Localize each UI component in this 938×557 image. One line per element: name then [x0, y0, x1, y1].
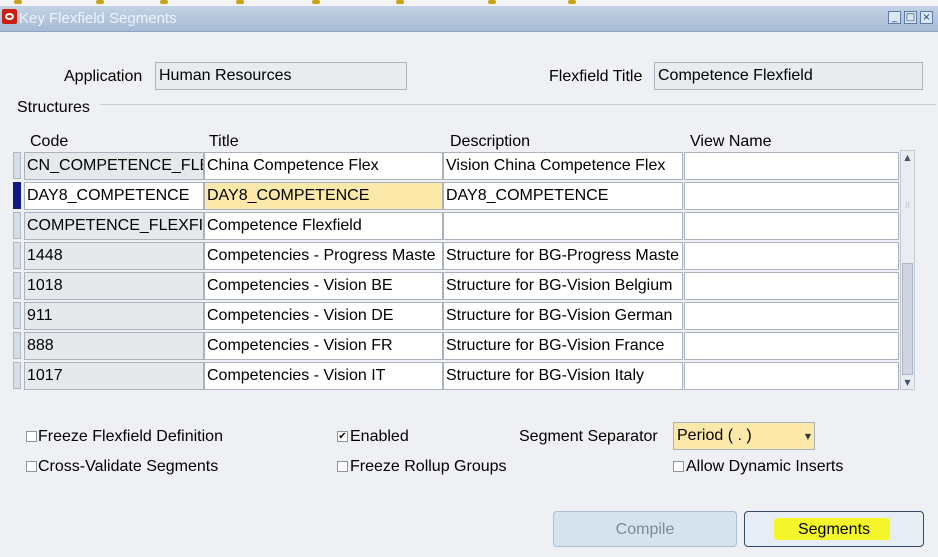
- row-indicator-active[interactable]: [13, 182, 21, 209]
- description-cell[interactable]: Structure for BG-Progress Maste: [443, 242, 683, 270]
- code-cell[interactable]: 1018: [24, 272, 204, 300]
- application-field[interactable]: Human Resources: [155, 62, 407, 90]
- cross-validate-label: Cross-Validate Segments: [38, 458, 219, 475]
- section-divider: [100, 104, 936, 105]
- view-name-cell[interactable]: [684, 182, 899, 210]
- title-cell[interactable]: China Competence Flex: [204, 152, 443, 180]
- segment-separator-select[interactable]: Period ( . ) ▼: [673, 422, 815, 450]
- title-cell[interactable]: Competencies - Progress Maste: [204, 242, 443, 270]
- flexfield-title-field[interactable]: Competence Flexfield: [654, 62, 923, 90]
- allow-dynamic-inserts-checkbox[interactable]: [673, 461, 684, 472]
- code-cell[interactable]: 911: [24, 302, 204, 330]
- scroll-grip-icon: ⁝⁝: [904, 201, 911, 210]
- view-name-cell[interactable]: [684, 212, 899, 240]
- scroll-up-icon[interactable]: ▲: [901, 151, 914, 164]
- enabled-checkbox[interactable]: ✔: [337, 431, 348, 442]
- row-indicator[interactable]: [13, 152, 21, 179]
- code-cell[interactable]: 1017: [24, 362, 204, 390]
- row-indicator[interactable]: [13, 272, 21, 299]
- title-cell[interactable]: Competencies - Vision DE: [204, 302, 443, 330]
- view-name-cell[interactable]: [684, 362, 899, 390]
- description-cell[interactable]: Structure for BG-Vision France: [443, 332, 683, 360]
- segments-button[interactable]: Segments: [744, 511, 924, 547]
- scroll-down-icon[interactable]: ▼: [901, 376, 914, 389]
- chevron-down-icon[interactable]: ▼: [805, 432, 811, 441]
- freeze-flexfield-checkbox[interactable]: [26, 431, 37, 442]
- title-cell-focused[interactable]: DAY8_COMPETENCE: [204, 182, 443, 210]
- table-scrollbar[interactable]: ▲ ⁝⁝ ▼: [900, 150, 915, 390]
- description-cell[interactable]: Structure for BG-Vision Belgium: [443, 272, 683, 300]
- description-cell[interactable]: Structure for BG-Vision German: [443, 302, 683, 330]
- freeze-rollup-label: Freeze Rollup Groups: [350, 458, 507, 475]
- row-indicator[interactable]: [13, 332, 21, 359]
- column-header-description: Description: [450, 133, 531, 150]
- column-header-code: Code: [30, 133, 69, 150]
- segment-separator-value: Period ( . ): [677, 427, 752, 444]
- view-name-cell[interactable]: [684, 152, 899, 180]
- row-indicator[interactable]: [13, 362, 21, 389]
- code-cell[interactable]: DAY8_COMPETENCE: [24, 182, 204, 210]
- title-cell[interactable]: Competencies - Vision IT: [204, 362, 443, 390]
- title-cell[interactable]: Competencies - Vision BE: [204, 272, 443, 300]
- enabled-label: Enabled: [350, 428, 409, 445]
- oracle-icon: [2, 9, 17, 24]
- description-cell[interactable]: DAY8_COMPETENCE: [443, 182, 683, 210]
- segment-separator-label: Segment Separator: [519, 428, 658, 445]
- flexfield-title-label: Flexfield Title: [549, 68, 643, 85]
- code-cell[interactable]: COMPETENCE_FLEXFI: [24, 212, 204, 240]
- allow-dynamic-inserts-label: Allow Dynamic Inserts: [686, 458, 844, 475]
- view-name-cell[interactable]: [684, 272, 899, 300]
- row-indicator[interactable]: [13, 242, 21, 269]
- description-cell[interactable]: Vision China Competence Flex: [443, 152, 683, 180]
- window-titlebar: Key Flexfield Segments _ □ ×: [0, 6, 938, 32]
- code-cell[interactable]: 1448: [24, 242, 204, 270]
- title-cell[interactable]: Competence Flexfield: [204, 212, 443, 240]
- code-cell[interactable]: 888: [24, 332, 204, 360]
- segments-button-label: Segments: [797, 521, 871, 538]
- column-header-title: Title: [209, 133, 239, 150]
- view-name-cell[interactable]: [684, 302, 899, 330]
- close-icon[interactable]: ×: [920, 11, 933, 24]
- compile-button[interactable]: Compile: [553, 511, 737, 547]
- row-indicator[interactable]: [13, 302, 21, 329]
- code-cell[interactable]: CN_COMPETENCE_FLE: [24, 152, 204, 180]
- maximize-icon[interactable]: □: [904, 11, 917, 24]
- window-title: Key Flexfield Segments: [19, 10, 177, 27]
- freeze-flexfield-label: Freeze Flexfield Definition: [38, 428, 223, 445]
- freeze-rollup-checkbox[interactable]: [337, 461, 348, 472]
- cross-validate-checkbox[interactable]: [26, 461, 37, 472]
- description-cell[interactable]: Structure for BG-Vision Italy: [443, 362, 683, 390]
- column-header-view-name: View Name: [690, 133, 772, 150]
- view-name-cell[interactable]: [684, 242, 899, 270]
- scrollbar-thumb[interactable]: [902, 263, 913, 375]
- description-cell[interactable]: [443, 212, 683, 240]
- title-cell[interactable]: Competencies - Vision FR: [204, 332, 443, 360]
- application-label: Application: [64, 68, 143, 85]
- row-indicator[interactable]: [13, 212, 21, 239]
- structures-section-label: Structures: [17, 99, 90, 116]
- minimize-icon[interactable]: _: [888, 11, 901, 24]
- view-name-cell[interactable]: [684, 332, 899, 360]
